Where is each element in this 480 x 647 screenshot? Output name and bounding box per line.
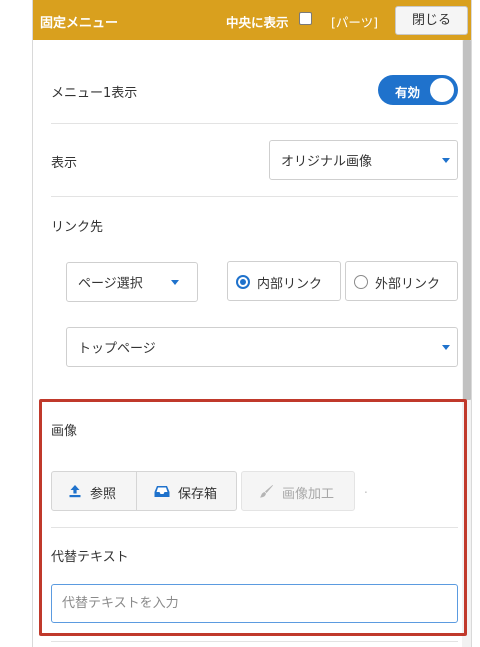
parts-link[interactable]: [パーツ]	[331, 12, 378, 31]
toggle-knob	[430, 78, 454, 102]
alt-text-input[interactable]	[51, 584, 458, 623]
storage-button[interactable]: 保存箱	[137, 472, 236, 510]
target-page-select[interactable]: トップページ	[66, 327, 458, 367]
internal-link-radio[interactable]: 内部リンク	[227, 261, 341, 301]
page-select-value: ページ選択	[78, 276, 143, 292]
target-page-value: トップページ	[78, 341, 156, 357]
display-select-value: オリジナル画像	[281, 154, 373, 170]
image-edit-button[interactable]: 画像加工	[241, 471, 355, 511]
browse-label: 参照	[90, 487, 117, 502]
chevron-down-icon	[442, 158, 450, 163]
display-select[interactable]: オリジナル画像	[269, 140, 458, 180]
image-label: 画像	[51, 424, 78, 439]
fixed-menu-panel: 固定メニュー 中央に表示 [パーツ] 閉じる メニュー1表示 有効 表示 オリジ…	[32, 0, 472, 647]
chevron-down-icon	[442, 345, 450, 350]
upload-icon	[69, 485, 81, 498]
divider	[51, 123, 458, 124]
page-select-dropdown[interactable]: ページ選択	[66, 262, 198, 302]
close-button[interactable]: 閉じる	[395, 6, 468, 35]
brush-icon	[260, 485, 273, 498]
menu-display-label: メニュー1表示	[51, 86, 138, 101]
display-label: 表示	[51, 156, 78, 171]
image-edit-label: 画像加工	[282, 487, 335, 502]
radio-selected-icon	[236, 275, 250, 289]
divider	[51, 527, 458, 528]
toggle-state-text: 有効	[395, 85, 421, 100]
center-display-label: 中央に表示	[226, 15, 289, 30]
storage-label: 保存箱	[178, 487, 218, 502]
divider	[51, 196, 458, 197]
alt-text-label: 代替テキスト	[51, 550, 129, 565]
inbox-icon	[154, 486, 170, 497]
internal-link-label: 内部リンク	[257, 277, 323, 292]
radio-unselected-icon	[354, 275, 368, 289]
browse-button[interactable]: 参照	[52, 472, 136, 510]
external-link-radio[interactable]: 外部リンク	[345, 261, 458, 301]
link-label: リンク先	[51, 220, 104, 235]
divider	[51, 641, 458, 642]
panel-title: 固定メニュー	[40, 16, 119, 31]
chevron-down-icon	[171, 280, 179, 285]
panel-header: 固定メニュー 中央に表示 [パーツ] 閉じる	[33, 0, 471, 40]
scrollbar-thumb[interactable]	[463, 40, 471, 400]
image-button-group: 参照 保存箱	[51, 471, 237, 511]
external-link-label: 外部リンク	[375, 277, 441, 292]
trailing-mark: .	[364, 482, 368, 496]
center-display-checkbox[interactable]	[299, 12, 312, 25]
menu-display-toggle[interactable]: 有効	[378, 75, 458, 105]
